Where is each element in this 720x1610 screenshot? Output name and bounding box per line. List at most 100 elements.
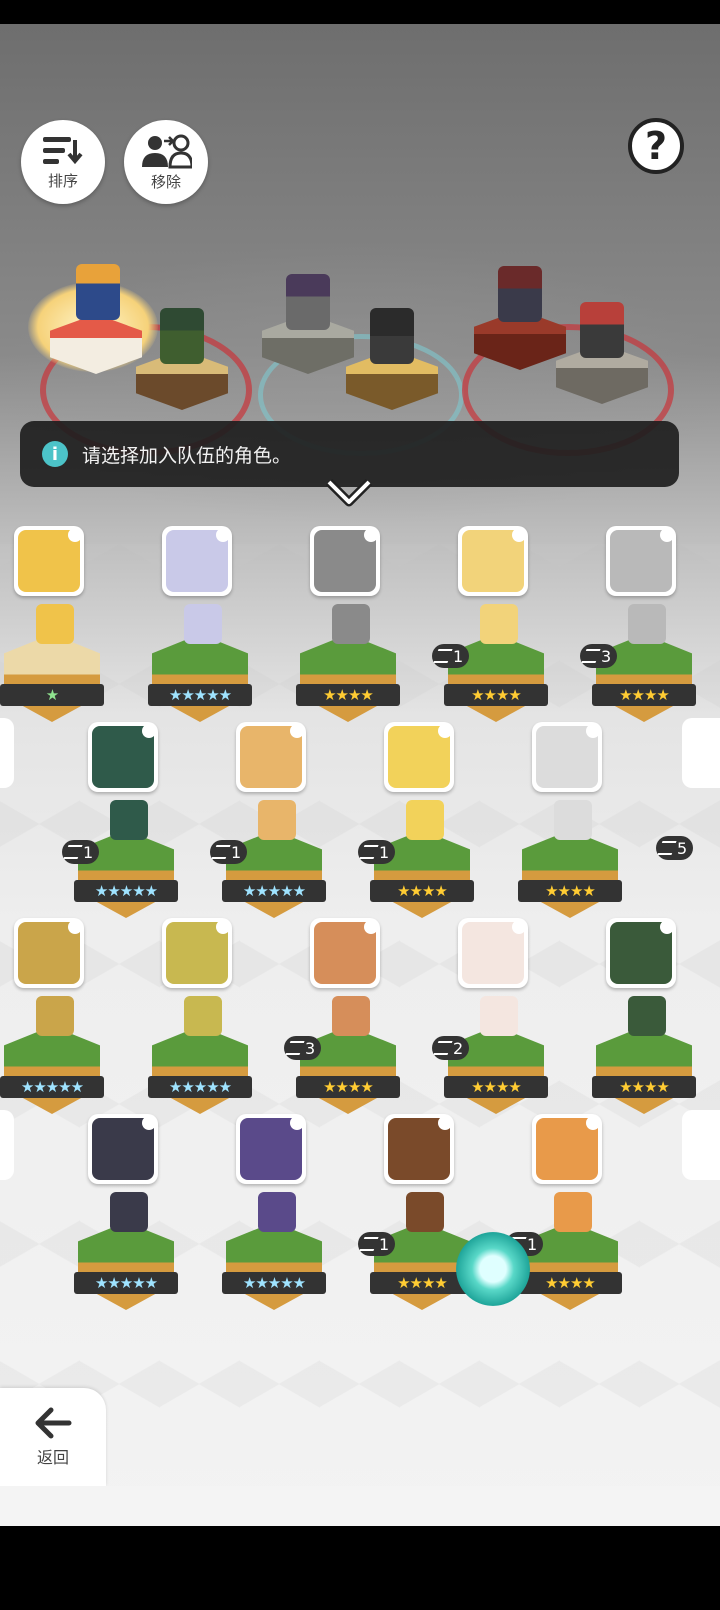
help-button[interactable]: ? — [628, 118, 684, 174]
character-portrait — [532, 1114, 602, 1184]
team-hero-4 — [370, 308, 414, 364]
edge-card-right-dup: 5 — [656, 718, 720, 918]
stack-icon — [359, 1237, 379, 1251]
character-portrait — [384, 722, 454, 792]
edge-card-left-2[interactable] — [0, 1110, 14, 1180]
back-button[interactable]: 返回 — [0, 1388, 106, 1486]
party-edit-scene: 排序 移除 ? i 请选择加入队伍的角色。 ★ ★★★★★ ★★★★ ★★★★ … — [0, 24, 720, 1526]
edge-card-right-2[interactable] — [682, 1110, 720, 1180]
roster-card[interactable]: ★★★★ 3 — [580, 526, 702, 726]
duplicate-count-badge: 1 — [358, 1232, 396, 1256]
duplicate-count-badge: 1 — [62, 840, 100, 864]
character-portrait — [458, 918, 528, 988]
character-portrait — [384, 1114, 454, 1184]
star-rating: ★★★★ — [444, 684, 548, 706]
character-sprite — [628, 996, 666, 1036]
roster-card[interactable]: ★★★★ 2 — [432, 918, 554, 1118]
roster-card[interactable]: ★★★★★ — [0, 918, 110, 1118]
team-slot-pair-3 — [470, 264, 670, 434]
element-icon — [142, 1116, 156, 1130]
character-portrait — [606, 526, 676, 596]
character-sprite — [36, 604, 74, 644]
star-rating: ★★★★ — [518, 880, 622, 902]
stack-icon — [433, 1041, 453, 1055]
character-pedestal — [152, 634, 248, 722]
character-pedestal — [596, 1026, 692, 1114]
sort-label: 排序 — [47, 171, 78, 190]
remove-button[interactable]: 移除 — [124, 120, 208, 204]
roster-card[interactable]: ★★★★ 1 — [506, 1114, 628, 1314]
edge-card-left-1[interactable] — [0, 718, 14, 788]
stack-icon — [285, 1041, 305, 1055]
team-hero-5 — [498, 266, 542, 322]
roster-card[interactable]: ★ — [0, 526, 110, 726]
team-slot-pair-1 — [28, 264, 250, 434]
roster-card[interactable]: ★★★★ — [518, 722, 628, 922]
info-icon: i — [42, 441, 68, 467]
team-hero-6 — [580, 302, 624, 358]
team-hero-2 — [160, 308, 204, 364]
star-rating: ★★★★ — [592, 1076, 696, 1098]
element-icon — [290, 1116, 304, 1130]
element-icon — [660, 528, 674, 542]
sort-button[interactable]: 排序 — [21, 120, 105, 204]
roster-card[interactable]: ★★★★★ 1 — [210, 722, 332, 922]
duplicate-count: 3 — [601, 646, 612, 666]
roster-card[interactable]: ★★★★★ — [148, 526, 258, 726]
character-portrait — [310, 918, 380, 988]
star-rating: ★★★★★ — [74, 1272, 178, 1294]
character-portrait — [88, 1114, 158, 1184]
chevron-down-icon[interactable] — [325, 474, 373, 514]
character-portrait — [606, 918, 676, 988]
system-nav-bar — [0, 1526, 720, 1610]
character-sprite — [36, 996, 74, 1036]
roster-card[interactable]: ★★★★★ — [148, 918, 258, 1118]
roster-card[interactable]: ★★★★ — [296, 526, 406, 726]
character-pedestal — [152, 1026, 248, 1114]
element-icon — [290, 724, 304, 738]
roster-card[interactable]: ★★★★ 1 — [358, 722, 480, 922]
element-icon — [660, 920, 674, 934]
team-hero-1 — [76, 264, 120, 320]
roster-card[interactable]: ★★★★ — [592, 918, 702, 1118]
element-icon — [586, 1116, 600, 1130]
roster-card[interactable]: ★★★★★ — [74, 1114, 184, 1314]
character-pedestal — [522, 830, 618, 918]
star-rating: ★★★★★ — [148, 1076, 252, 1098]
remove-member-icon — [142, 134, 192, 168]
team-slot-pair-2 — [258, 274, 458, 444]
character-portrait — [162, 526, 232, 596]
star-rating: ★★★★★ — [222, 880, 326, 902]
character-sprite — [258, 800, 296, 840]
roster-card[interactable]: ★★★★ 1 — [432, 526, 554, 726]
roster-card[interactable]: ★★★★ 3 — [284, 918, 406, 1118]
stack-icon — [211, 845, 231, 859]
character-portrait — [14, 918, 84, 988]
character-sprite — [332, 604, 370, 644]
help-icon: ? — [644, 124, 668, 168]
roster-card[interactable]: ★★★★★ 1 — [62, 722, 184, 922]
character-sprite — [332, 996, 370, 1036]
character-sprite — [258, 1192, 296, 1232]
element-icon — [216, 920, 230, 934]
element-icon — [512, 920, 526, 934]
element-icon — [68, 528, 82, 542]
duplicate-count-badge: 5 — [656, 836, 694, 860]
hint-orb-icon[interactable] — [456, 1232, 530, 1306]
element-icon — [438, 1116, 452, 1130]
character-pedestal — [78, 1222, 174, 1310]
duplicate-count-badge: 1 — [432, 644, 470, 668]
element-icon — [586, 724, 600, 738]
duplicate-count-badge: 3 — [580, 644, 618, 668]
roster-card[interactable]: ★★★★★ — [222, 1114, 332, 1314]
character-portrait — [532, 722, 602, 792]
character-portrait — [88, 722, 158, 792]
character-sprite — [406, 800, 444, 840]
character-portrait — [236, 1114, 306, 1184]
character-portrait — [14, 526, 84, 596]
star-rating: ★★★★★ — [74, 880, 178, 902]
character-sprite — [184, 996, 222, 1036]
character-sprite — [406, 1192, 444, 1232]
duplicate-count: 1 — [379, 1234, 390, 1254]
status-bar — [0, 0, 720, 24]
